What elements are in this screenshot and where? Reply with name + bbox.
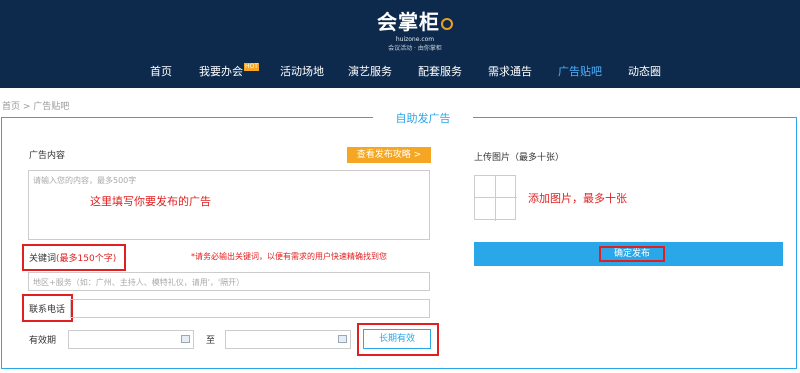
- nav-item-performance[interactable]: 演艺服务: [348, 63, 392, 79]
- calendar-icon[interactable]: [338, 335, 347, 343]
- nav-item-moments[interactable]: 动态圈: [628, 63, 661, 79]
- image-upload-box[interactable]: [474, 175, 517, 221]
- content-label: 广告内容: [29, 151, 66, 161]
- panel-title: 自助发广告: [373, 110, 473, 126]
- site-logo[interactable]: 会掌柜 huizone.com 会议活动 · 由你掌柜: [370, 6, 460, 52]
- validity-label: 有效期: [29, 336, 57, 346]
- hot-badge: HOT: [244, 63, 259, 71]
- main-nav: 首页 我要办会 HOT 活动场地 演艺服务 配套服务 需求通告 广告贴吧 动态圈: [0, 63, 800, 81]
- nav-item-venues[interactable]: 活动场地: [280, 63, 324, 79]
- keyword-label: 关键词(最多150个字): [29, 251, 116, 264]
- keyword-label-prefix: 关键词: [29, 254, 57, 264]
- keyword-input[interactable]: 地区+服务（如：广州、主持人、模特礼仪，请用'，'隔开）: [28, 272, 430, 291]
- phone-label: 联系电话: [29, 305, 66, 315]
- upload-grid-line: [495, 176, 496, 221]
- submit-button-label: 确定发布: [599, 246, 665, 262]
- logo-slogan: 会议活动 · 由你掌柜: [388, 45, 442, 52]
- ad-content-placeholder: 请输入您的内容，最多500字: [33, 176, 137, 185]
- nav-item-support-services[interactable]: 配套服务: [418, 63, 462, 79]
- start-date-input[interactable]: [68, 330, 194, 349]
- nav-item-demands[interactable]: 需求通告: [488, 63, 532, 79]
- magnifier-icon: [441, 18, 453, 30]
- upload-label: 上传图片（最多十张）: [474, 153, 565, 163]
- to-label: 至: [206, 336, 216, 346]
- content-annotation: 这里填写你要发布的广告: [90, 195, 211, 208]
- end-date-input[interactable]: [225, 330, 351, 349]
- phone-input[interactable]: [70, 299, 430, 318]
- upload-annotation: 添加图片，最多十张: [528, 192, 627, 205]
- calendar-icon[interactable]: [181, 335, 190, 343]
- ad-content-textarea[interactable]: 请输入您的内容，最多500字: [28, 170, 430, 240]
- site-header: 会掌柜 huizone.com 会议活动 · 由你掌柜 首页 我要办会 HOT 活…: [0, 0, 800, 88]
- keyword-label-limit: (最多150个字): [56, 254, 117, 264]
- long-term-button[interactable]: 长期有效: [363, 329, 431, 349]
- nav-item-host-meeting-label: 我要办会: [199, 65, 243, 78]
- keyword-note: *请务必输出关键词，以便有需求的用户快速精确找到您: [191, 252, 387, 261]
- logo-domain: huizone.com: [395, 36, 435, 43]
- nav-item-home[interactable]: 首页: [150, 63, 172, 79]
- view-guide-button[interactable]: 查看发布攻略 >: [347, 147, 431, 163]
- upload-grid-line: [475, 197, 517, 198]
- breadcrumb[interactable]: 首页 > 广告贴吧: [2, 99, 69, 112]
- nav-item-ad-board[interactable]: 广告贴吧: [558, 63, 602, 79]
- nav-item-host-meeting[interactable]: 我要办会 HOT: [199, 63, 259, 79]
- logo-text: 会掌柜: [377, 10, 440, 34]
- keyword-placeholder: 地区+服务（如：广州、主持人、模特礼仪，请用'，'隔开）: [33, 278, 245, 287]
- submit-button[interactable]: 确定发布: [474, 242, 783, 266]
